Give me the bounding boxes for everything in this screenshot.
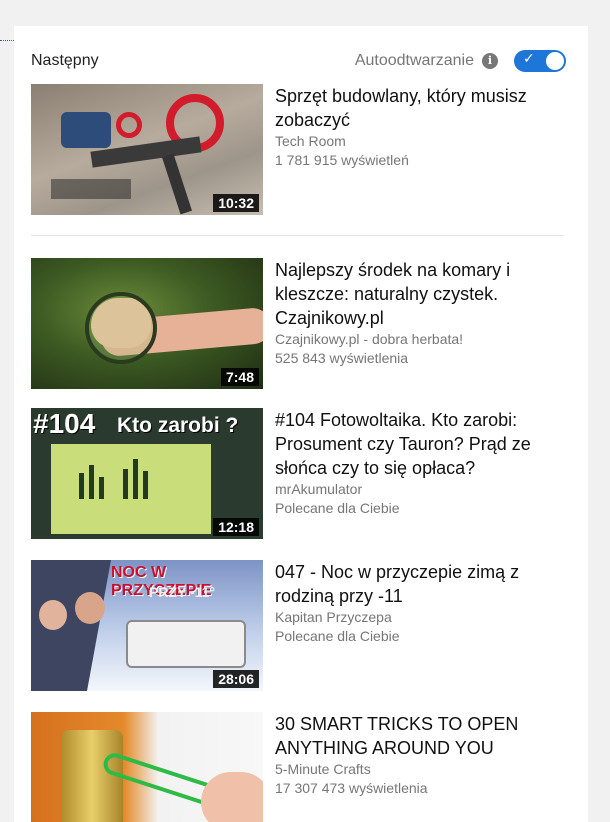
video-channel[interactable]: Kapitan Przyczepa: [275, 608, 565, 627]
video-thumbnail[interactable]: 7:48: [31, 258, 263, 389]
video-channel[interactable]: 5-Minute Crafts: [275, 760, 565, 779]
video-duration: 10:32: [213, 194, 259, 212]
up-next-header: Następny Autoodtwarzanie i ✓: [31, 48, 566, 74]
thumbnail-text: #104: [33, 408, 96, 439]
info-icon[interactable]: i: [482, 53, 498, 69]
video-channel[interactable]: mrAkumulator: [275, 480, 565, 499]
toggle-knob: [546, 52, 564, 70]
video-duration: 12:18: [213, 518, 259, 536]
up-next-label: Następny: [31, 52, 99, 69]
video-stat: 1 781 915 wyświetleń: [275, 152, 409, 168]
video-thumbnail[interactable]: NOC W PRZYCZEPIE PRZY -11° 28:06: [31, 560, 263, 691]
video-item-2[interactable]: 7:48 Najlepszy środek na komary i kleszc…: [31, 258, 566, 389]
video-title[interactable]: Najlepszy środek na komary i kleszcze: n…: [275, 258, 565, 330]
video-title[interactable]: 047 - Noc w przyczepie zimą z rodziną pr…: [275, 560, 565, 608]
video-channel[interactable]: Tech Room: [275, 132, 565, 151]
thumbnail-text-2: Kto zarobi ?: [117, 414, 239, 437]
video-meta: #104 Fotowoltaika. Kto zarobi: Prosument…: [275, 408, 565, 539]
video-stat: Polecane dla Ciebie: [275, 500, 400, 516]
video-thumbnail[interactable]: [31, 712, 263, 822]
video-item-3[interactable]: #104 Kto zarobi ? 12:18 #104 Fotowoltaik…: [31, 408, 566, 539]
autoplay-toggle[interactable]: ✓: [514, 50, 566, 72]
video-duration: 28:06: [213, 670, 259, 688]
video-meta: 30 SMART TRICKS TO OPEN ANYTHING AROUND …: [275, 712, 565, 822]
video-title[interactable]: 30 SMART TRICKS TO OPEN ANYTHING AROUND …: [275, 712, 565, 760]
up-next-panel: Następny Autoodtwarzanie i ✓ 10:32 Sprzę…: [14, 26, 588, 822]
video-channel[interactable]: Czajnikowy.pl - dobra herbata!: [275, 330, 565, 349]
video-item-4[interactable]: NOC W PRZYCZEPIE PRZY -11° 28:06 047 - N…: [31, 560, 566, 691]
video-stat: 525 843 wyświetlenia: [275, 350, 409, 366]
autoplay-label: Autoodtwarzanie: [354, 52, 474, 69]
video-title[interactable]: Sprzęt budowlany, który musisz zobaczyć: [275, 84, 565, 132]
video-meta: Sprzęt budowlany, który musisz zobaczyć …: [275, 84, 565, 215]
check-icon: ✓: [523, 51, 535, 67]
video-thumbnail[interactable]: #104 Kto zarobi ? 12:18: [31, 408, 263, 539]
video-item-5[interactable]: 30 SMART TRICKS TO OPEN ANYTHING AROUND …: [31, 712, 566, 822]
divider: [31, 235, 564, 236]
dotted-edge: [0, 40, 14, 41]
video-stat: Polecane dla Ciebie: [275, 628, 400, 644]
video-thumbnail[interactable]: 10:32: [31, 84, 263, 215]
video-title[interactable]: #104 Fotowoltaika. Kto zarobi: Prosument…: [275, 408, 565, 480]
video-meta: 047 - Noc w przyczepie zimą z rodziną pr…: [275, 560, 565, 691]
video-duration: 7:48: [220, 368, 259, 386]
thumbnail-text-2: PRZY -11°: [149, 584, 216, 600]
video-item-1[interactable]: 10:32 Sprzęt budowlany, który musisz zob…: [31, 84, 566, 215]
autoplay-group: Autoodtwarzanie i ✓: [355, 50, 566, 72]
video-meta: Najlepszy środek na komary i kleszcze: n…: [275, 258, 565, 389]
video-stat: 17 307 473 wyświetlenia: [275, 780, 428, 796]
